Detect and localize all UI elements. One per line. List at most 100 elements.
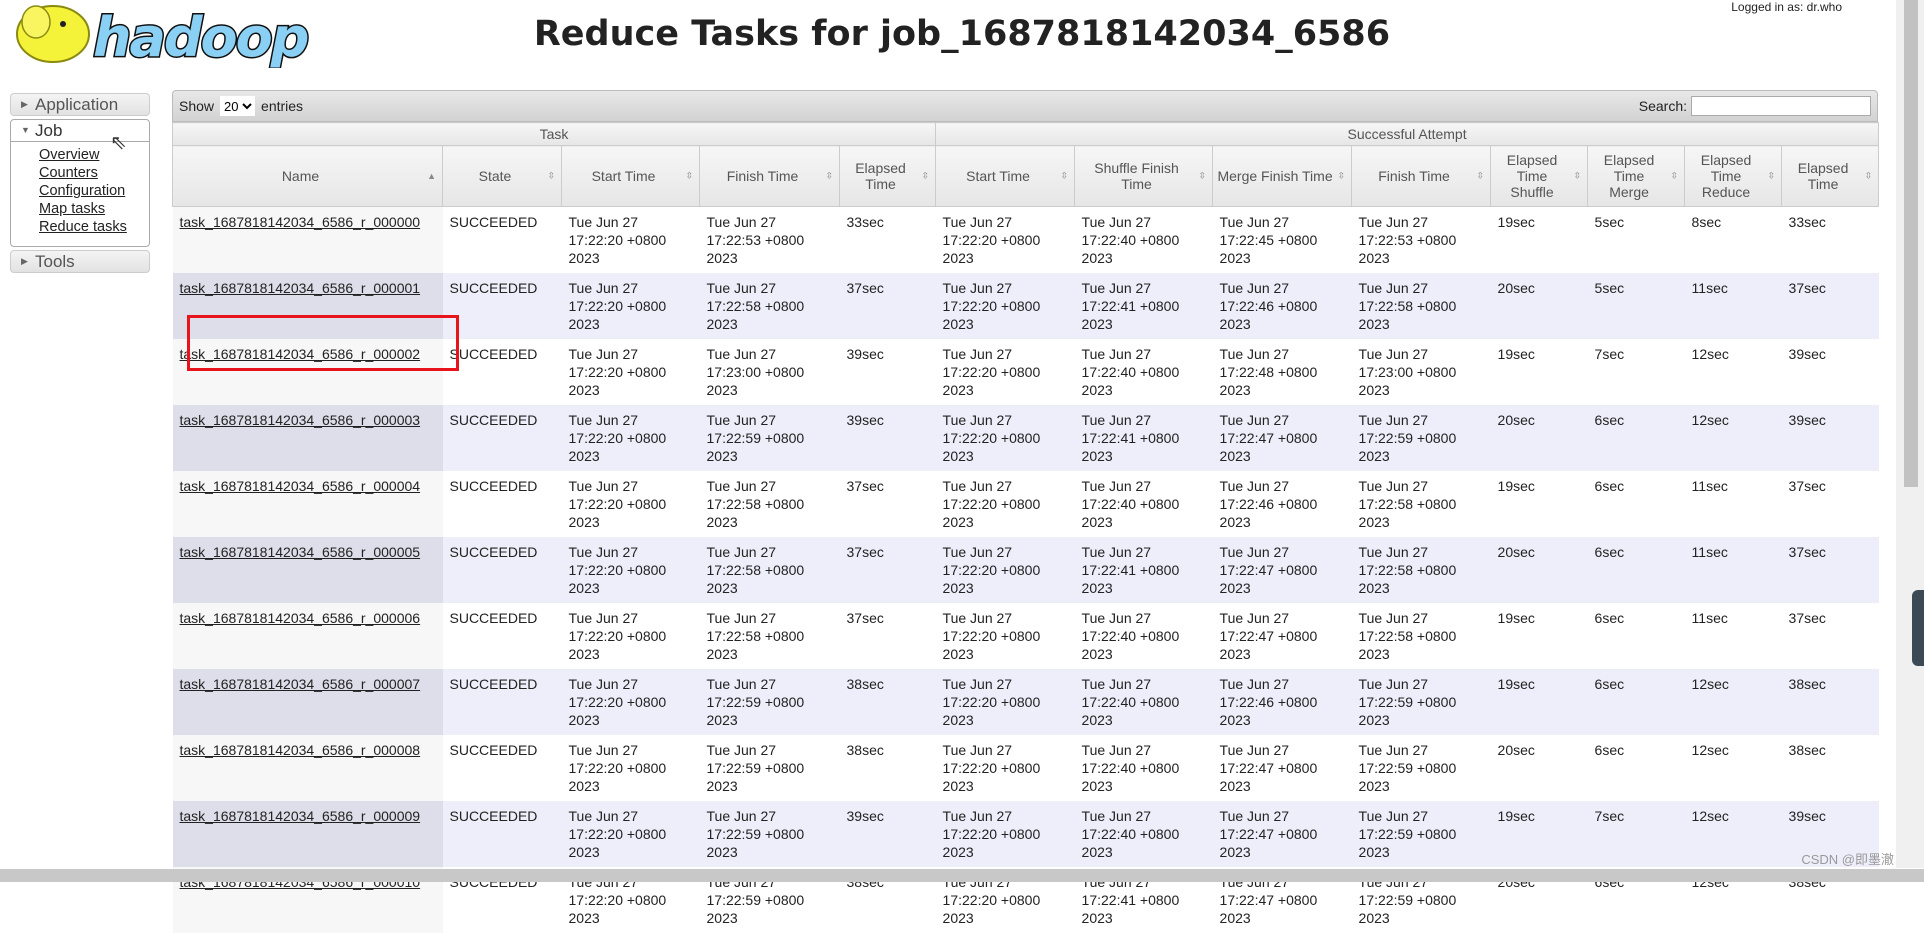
table-row: task_1687818142034_6586_r_000001 SUCCEEDE… bbox=[172, 273, 1879, 339]
table-cell: Tue Jun 27 17:22:40 +0800 2023 bbox=[1074, 735, 1213, 801]
sidebar-job-label: Job bbox=[35, 121, 63, 140]
table-cell: Tue Jun 27 17:22:20 +0800 2023 bbox=[935, 537, 1075, 603]
link-reduce-tasks[interactable]: Reduce tasks bbox=[39, 219, 127, 235]
column-header-8[interactable]: Finish Time ⇳ bbox=[1351, 145, 1492, 207]
sidebar-tools[interactable]: ▶ Tools bbox=[10, 250, 150, 273]
column-header-5[interactable]: Start Time ⇳ bbox=[935, 145, 1076, 207]
task-link[interactable]: task_1687818142034_6586_r_000008 bbox=[180, 742, 421, 758]
search-input[interactable] bbox=[1691, 96, 1871, 116]
table-cell: 19sec bbox=[1490, 669, 1588, 735]
table-cell: Tue Jun 27 17:22:20 +0800 2023 bbox=[935, 206, 1075, 273]
table-cell: Tue Jun 27 17:22:53 +0800 2023 bbox=[699, 206, 840, 273]
table-cell: 11sec bbox=[1684, 471, 1782, 537]
sidebar-job[interactable]: ▼ Job bbox=[11, 120, 149, 142]
task-link[interactable]: task_1687818142034_6586_r_000000 bbox=[180, 214, 421, 230]
table-cell: Tue Jun 27 17:22:47 +0800 2023 bbox=[1212, 537, 1352, 603]
table-row: task_1687818142034_6586_r_000009 SUCCEEDE… bbox=[172, 801, 1879, 867]
column-header-label: Elapsed Time Reduce bbox=[1700, 152, 1752, 200]
column-header-label: Finish Time bbox=[726, 168, 799, 184]
table-row: task_1687818142034_6586_r_000007 SUCCEEDE… bbox=[172, 669, 1879, 735]
link-configuration[interactable]: Configuration bbox=[39, 183, 125, 199]
table-cell: 39sec bbox=[839, 801, 936, 867]
sort-icon: ⇳ bbox=[1060, 170, 1069, 181]
sort-icon: ⇳ bbox=[1864, 170, 1873, 181]
table-cell: Tue Jun 27 17:22:20 +0800 2023 bbox=[935, 669, 1075, 735]
table-cell: 8sec bbox=[1684, 206, 1782, 273]
task-link[interactable]: task_1687818142034_6586_r_000006 bbox=[180, 610, 421, 626]
caret-down-icon: ▼ bbox=[21, 125, 30, 135]
column-header-11[interactable]: Elapsed Time Reduce ⇳ bbox=[1684, 145, 1783, 207]
sort-icon: ⇳ bbox=[921, 170, 930, 181]
table-cell: 7sec bbox=[1587, 801, 1685, 867]
vertical-scrollbar[interactable] bbox=[1896, 0, 1924, 868]
table-cell: Tue Jun 27 17:22:48 +0800 2023 bbox=[1212, 339, 1352, 405]
column-header-12[interactable]: Elapsed Time ⇳ bbox=[1781, 145, 1880, 207]
table-cell: task_1687818142034_6586_r_000007 bbox=[172, 669, 443, 735]
logged-in-user: Logged in as: dr.who bbox=[1731, 0, 1842, 14]
side-widget[interactable] bbox=[1912, 590, 1924, 666]
task-link[interactable]: task_1687818142034_6586_r_000001 bbox=[180, 280, 421, 296]
task-link[interactable]: task_1687818142034_6586_r_000005 bbox=[180, 544, 421, 560]
table-cell: Tue Jun 27 17:22:41 +0800 2023 bbox=[1074, 537, 1213, 603]
table-cell: 38sec bbox=[839, 669, 936, 735]
table-cell: Tue Jun 27 17:22:20 +0800 2023 bbox=[561, 537, 700, 603]
column-header-10[interactable]: Elapsed Time Merge ⇳ bbox=[1587, 145, 1686, 207]
link-overview[interactable]: Overview bbox=[39, 147, 99, 163]
table-cell: Tue Jun 27 17:22:46 +0800 2023 bbox=[1212, 669, 1352, 735]
table-cell: Tue Jun 27 17:22:58 +0800 2023 bbox=[1351, 273, 1491, 339]
group-header-successful-attempt: Successful Attempt bbox=[935, 122, 1880, 146]
table-cell: 5sec bbox=[1587, 206, 1685, 273]
show-label: Show bbox=[179, 98, 215, 114]
column-header-7[interactable]: Merge Finish Time ⇳ bbox=[1212, 145, 1353, 207]
task-link[interactable]: task_1687818142034_6586_r_000009 bbox=[180, 808, 421, 824]
table-cell: 19sec bbox=[1490, 801, 1588, 867]
table-cell: Tue Jun 27 17:22:20 +0800 2023 bbox=[561, 206, 700, 273]
table-cell: Tue Jun 27 17:22:20 +0800 2023 bbox=[935, 603, 1075, 669]
table-cell: 37sec bbox=[1781, 603, 1879, 669]
column-header-2[interactable]: Start Time ⇳ bbox=[561, 145, 700, 207]
table-cell: 39sec bbox=[1781, 339, 1879, 405]
table-cell: Tue Jun 27 17:22:40 +0800 2023 bbox=[1074, 669, 1213, 735]
link-counters[interactable]: Counters bbox=[39, 165, 98, 181]
table-cell: 37sec bbox=[839, 471, 936, 537]
table-cell: 19sec bbox=[1490, 206, 1588, 273]
table-cell: Tue Jun 27 17:22:59 +0800 2023 bbox=[699, 801, 840, 867]
column-header-9[interactable]: Elapsed Time Shuffle ⇳ bbox=[1490, 145, 1589, 207]
table-row: task_1687818142034_6586_r_000000 SUCCEEDE… bbox=[172, 206, 1879, 273]
table-cell: Tue Jun 27 17:22:45 +0800 2023 bbox=[1212, 206, 1352, 273]
table-cell: Tue Jun 27 17:22:20 +0800 2023 bbox=[561, 669, 700, 735]
column-header-4[interactable]: Elapsed Time ⇳ bbox=[838, 145, 937, 207]
task-link[interactable]: task_1687818142034_6586_r_000002 bbox=[180, 346, 421, 362]
table-cell: 6sec bbox=[1587, 603, 1685, 669]
sort-icon: ⇳ bbox=[1767, 170, 1776, 181]
table-cell: Tue Jun 27 17:22:20 +0800 2023 bbox=[561, 339, 700, 405]
table-cell: 37sec bbox=[1781, 537, 1879, 603]
table-cell: Tue Jun 27 17:22:41 +0800 2023 bbox=[1074, 405, 1213, 471]
table-cell: SUCCEEDED bbox=[442, 801, 562, 867]
column-header-label: Merge Finish Time bbox=[1217, 168, 1333, 184]
horizontal-scrollbar[interactable] bbox=[0, 869, 1924, 882]
task-link[interactable]: task_1687818142034_6586_r_000004 bbox=[180, 478, 421, 494]
column-header-0[interactable]: Name ▲ bbox=[172, 145, 443, 207]
column-header-3[interactable]: Finish Time ⇳ bbox=[699, 145, 840, 207]
table-cell: Tue Jun 27 17:22:40 +0800 2023 bbox=[1074, 801, 1213, 867]
scrollbar-thumb[interactable] bbox=[1904, 0, 1918, 487]
task-link[interactable]: task_1687818142034_6586_r_000007 bbox=[180, 676, 421, 692]
column-header-1[interactable]: State ⇳ bbox=[442, 145, 562, 207]
table-cell: 37sec bbox=[1781, 471, 1879, 537]
table-cell: Tue Jun 27 17:22:58 +0800 2023 bbox=[699, 537, 840, 603]
table-cell: Tue Jun 27 17:22:20 +0800 2023 bbox=[935, 273, 1075, 339]
table-cell: task_1687818142034_6586_r_000002 bbox=[172, 339, 443, 405]
link-map-tasks[interactable]: Map tasks bbox=[39, 201, 105, 217]
table-cell: Tue Jun 27 17:22:20 +0800 2023 bbox=[935, 339, 1075, 405]
table-cell: Tue Jun 27 17:22:20 +0800 2023 bbox=[561, 273, 700, 339]
sidebar-application[interactable]: ▶ Application bbox=[10, 93, 150, 116]
task-link[interactable]: task_1687818142034_6586_r_000003 bbox=[180, 412, 421, 428]
table-cell: 38sec bbox=[839, 735, 936, 801]
sort-icon: ⇳ bbox=[1337, 170, 1346, 181]
table-cell: 6sec bbox=[1587, 537, 1685, 603]
entries-select[interactable]: 20 bbox=[220, 96, 256, 116]
table-cell: Tue Jun 27 17:22:59 +0800 2023 bbox=[699, 669, 840, 735]
column-header-6[interactable]: Shuffle Finish Time ⇳ bbox=[1074, 145, 1214, 207]
table-cell: 20sec bbox=[1490, 735, 1588, 801]
